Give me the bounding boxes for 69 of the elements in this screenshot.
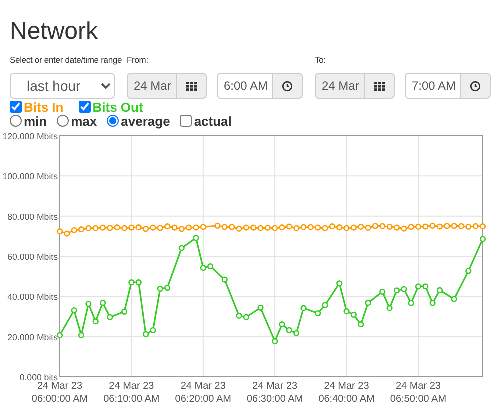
range-dropdown[interactable]: last hour: [10, 73, 115, 99]
x-tick-label: 24 Mar 23 06:00:00 AM: [32, 381, 88, 403]
x-tick-label: 24 Mar 23 06:40:00 AM: [318, 381, 375, 403]
data-point: [56, 332, 64, 338]
data-point: [430, 300, 436, 306]
mode-checkbox[interactable]: [180, 115, 192, 127]
data-point: [193, 235, 200, 242]
data-point: [100, 300, 106, 306]
data-point: [365, 300, 372, 306]
data-point: [107, 314, 114, 320]
x-tick-label: 24 Mar 23 06:50:00 AM: [390, 381, 447, 403]
time-field[interactable]: 7:00 AM: [405, 73, 461, 99]
field-label: Select or enter date/time range: [10, 54, 122, 67]
field-label: From:: [127, 54, 148, 67]
calendar-icon: [186, 82, 197, 90]
data-point: [322, 302, 328, 308]
date-field[interactable]: 24 Mar: [127, 73, 177, 99]
mode-label: actual: [194, 114, 232, 128]
y-tick-label: 100.000 Mbits: [2, 172, 58, 182]
x-tick-label: 24 Mar 23 06:20:00 AM: [175, 381, 232, 403]
data-point: [86, 301, 92, 308]
page-title: Network: [10, 18, 100, 46]
data-point: [466, 268, 472, 274]
mode-radio[interactable]: [10, 115, 22, 127]
mode-label: average: [121, 114, 170, 128]
data-point: [451, 296, 458, 302]
mode-radio[interactable]: [57, 115, 70, 127]
data-point: [121, 308, 128, 315]
clock-button[interactable]: [273, 73, 303, 99]
data-point: [408, 300, 414, 306]
data-point: [386, 305, 393, 312]
data-point: [258, 304, 264, 311]
series-label: Bits Out: [92, 100, 144, 114]
data-point: [300, 305, 307, 312]
data-point: [336, 280, 343, 287]
time-field[interactable]: 6:00 AM: [217, 73, 273, 99]
calendar-button[interactable]: [365, 73, 395, 99]
series-checkbox[interactable]: [78, 101, 91, 113]
y-tick-label: 40.000 Mbits: [8, 292, 58, 302]
clock-icon: [282, 80, 293, 92]
field-label: To:: [315, 54, 326, 67]
data-point: [436, 287, 444, 294]
x-tick-label: 24 Mar 23 06:10:00 AM: [104, 381, 160, 403]
series-label: Bits In: [24, 100, 64, 114]
data-point: [358, 322, 364, 328]
data-point: [315, 310, 322, 317]
date-field[interactable]: 24 Mar: [315, 73, 365, 99]
data-point: [272, 338, 278, 344]
data-point: [380, 289, 386, 296]
clock-icon: [470, 80, 481, 92]
data-point: [178, 245, 185, 252]
calendar-icon: [374, 82, 385, 90]
y-tick-label: 60.000 Mbits: [8, 252, 58, 262]
data-point: [78, 332, 85, 338]
mode-radio[interactable]: [107, 115, 120, 127]
data-point: [92, 318, 99, 325]
y-tick-label: 0.000 bits: [20, 372, 58, 382]
mode-label: min: [24, 114, 48, 128]
mode-label: max: [71, 114, 98, 128]
data-point: [222, 276, 228, 283]
data-point: [480, 236, 486, 242]
calendar-button[interactable]: [177, 73, 207, 99]
y-tick-label: 20.000 Mbits: [8, 332, 58, 342]
data-point: [71, 307, 78, 314]
series-checkbox[interactable]: [10, 101, 22, 113]
y-tick-label: 80.000 Mbits: [8, 212, 58, 222]
x-tick-label: 24 Mar 23 06:30:00 AM: [247, 381, 304, 403]
clock-button[interactable]: [461, 73, 491, 99]
y-tick-label: 120.000 Mbits: [2, 132, 58, 142]
